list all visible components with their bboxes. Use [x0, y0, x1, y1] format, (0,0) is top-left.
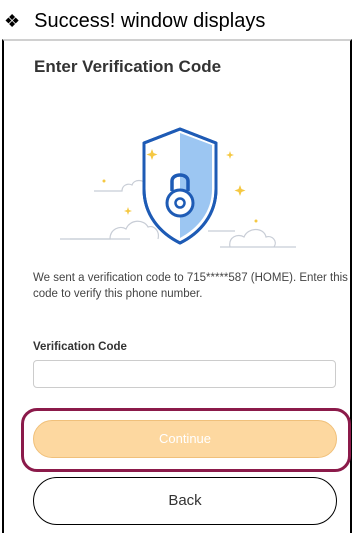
shield-icon [142, 127, 218, 245]
document-heading-text: Success! window displays [34, 9, 266, 32]
cloud-right-icon [208, 228, 296, 248]
dialog-title: Enter Verification Code [34, 57, 222, 76]
continue-button[interactable]: Continue [33, 420, 337, 458]
verification-message: We sent a verification code to 715*****5… [33, 272, 348, 300]
verification-code-input[interactable] [33, 360, 336, 388]
back-button[interactable]: Back [33, 477, 337, 525]
verification-code-label: Verification Code [33, 341, 127, 353]
verification-dialog: Enter Verification Code We sent a verifi… [2, 39, 352, 533]
diamond-bullet-icon: ❖ [4, 11, 21, 31]
padlock-shield-icon [60, 127, 296, 248]
document-heading: ❖ Success! window displays [4, 6, 265, 36]
